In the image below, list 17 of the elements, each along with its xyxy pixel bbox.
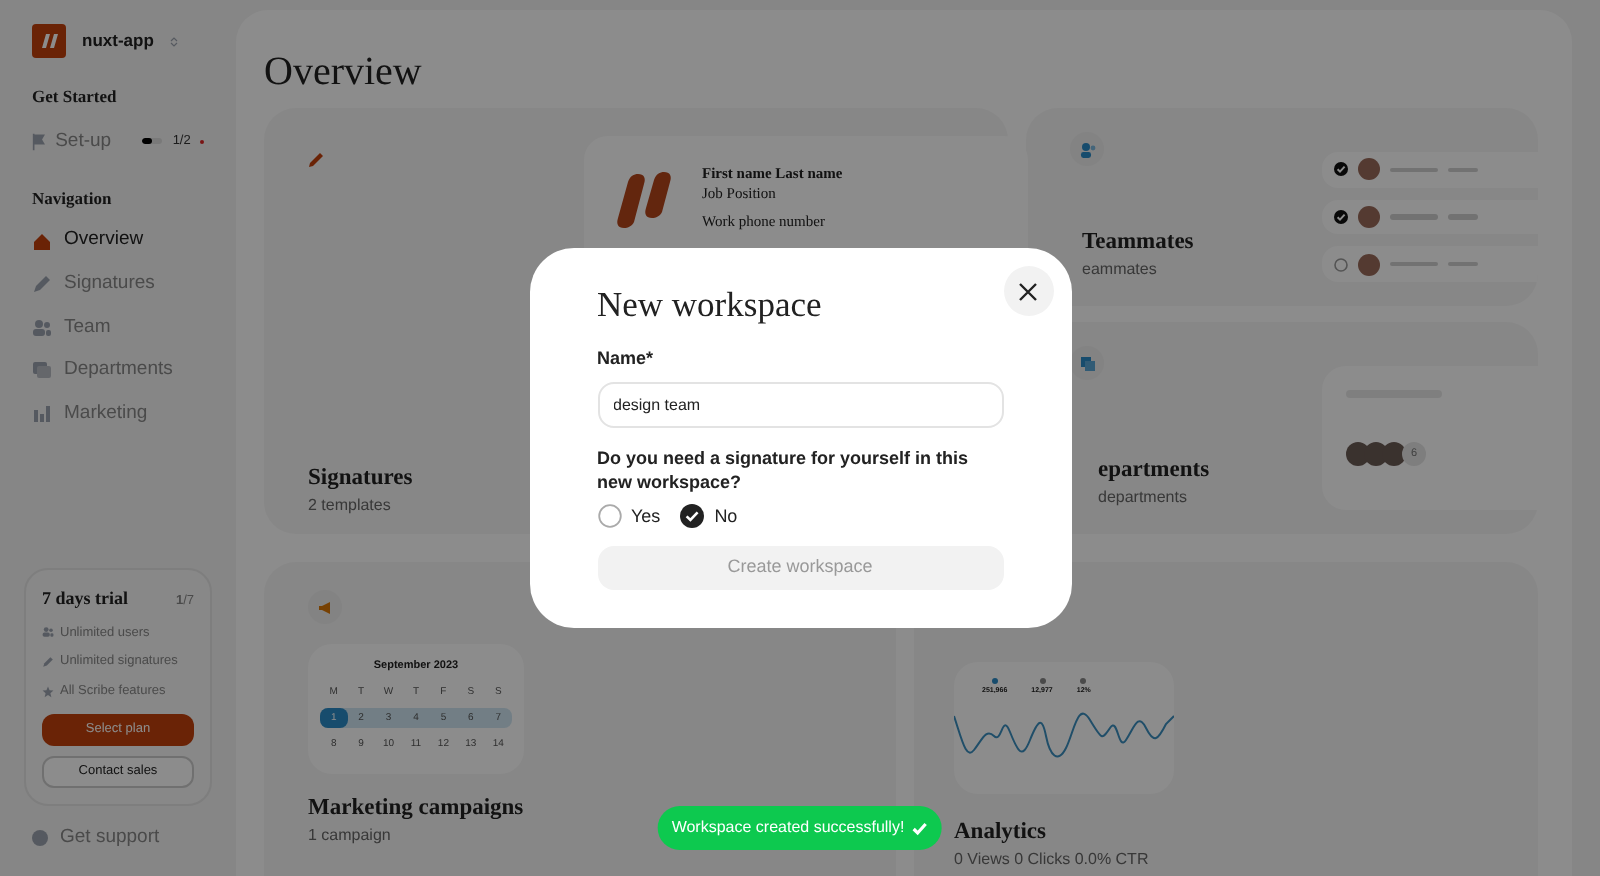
page-title: Overview [264,48,422,98]
card-title: Marketing campaigns [308,793,524,822]
card-subtitle: eammates [1082,258,1159,282]
card-subtitle: 0 Views 0 Clicks 0.0% CTR [954,848,1149,872]
card-subtitle: departments [1098,486,1189,510]
card-title: epartments [1098,456,1210,484]
section-heading: Get Started [32,84,119,110]
card-title: Signatures [308,464,413,492]
field-label: Name* [597,346,656,372]
card-subtitle: 2 templates [308,494,393,518]
section-heading: Navigation [32,186,114,212]
question-label: Do you need a signature for yourself in this new workspace? [597,445,971,495]
dialog-title: New workspace [597,282,824,326]
card-subtitle: 1 campaign [308,823,393,848]
trial-title: 7 days trial [42,586,129,612]
card-title: Analytics [954,818,1048,846]
card-title: Teammates [1082,228,1194,256]
